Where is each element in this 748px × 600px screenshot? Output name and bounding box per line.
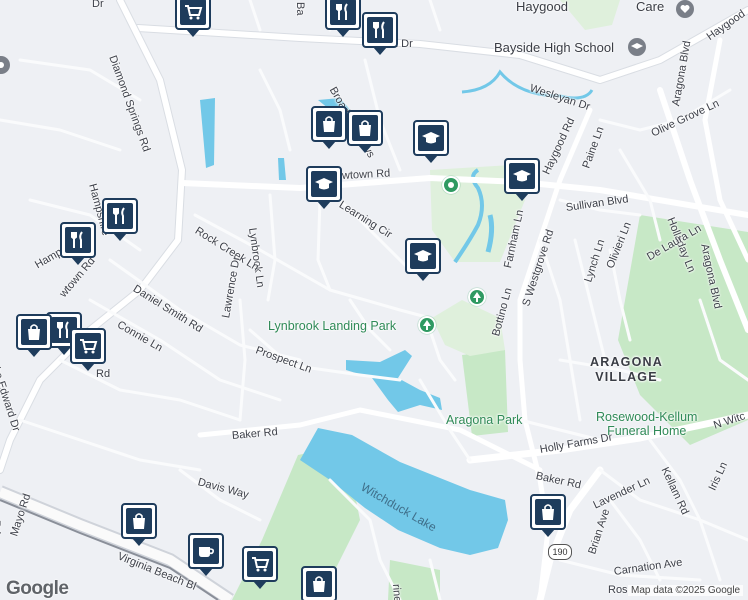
place-pin-green-dot[interactable] <box>442 176 460 194</box>
school-marker-4[interactable] <box>405 238 441 281</box>
park-area-topright <box>560 0 620 30</box>
school-marker-1[interactable] <box>413 120 449 163</box>
school-marker-3[interactable] <box>504 158 540 201</box>
shopping-marker-bottom-2[interactable] <box>301 566 337 600</box>
tree-icon <box>473 292 481 302</box>
shopping-cart-icon <box>252 557 270 572</box>
map-canvas[interactable]: Diamond Springs Rd Dr Ba n Dr Broad Mead… <box>0 0 748 600</box>
place-label-aragona-village: ARAGONA VILLAGE <box>590 355 663 384</box>
graduation-cap-icon <box>513 170 531 182</box>
restaurant-marker-left-2[interactable] <box>60 222 96 265</box>
restaurant-marker-left-1[interactable] <box>102 198 138 241</box>
stream-water-1 <box>200 98 215 168</box>
road-label-rd-bottom-left: Rd <box>0 520 2 535</box>
fork-knife-icon <box>336 3 348 20</box>
road-label-rine-st: rine St <box>390 583 405 600</box>
road-label-rd-left: Rd <box>96 368 111 380</box>
shopping-cart-icon <box>185 5 203 20</box>
fork-knife-icon <box>71 231 83 248</box>
graduation-cap-icon <box>414 250 432 262</box>
road-label-towne: wtown Rd <box>341 167 391 182</box>
route-190-shield: 190 <box>548 544 572 560</box>
tree-icon <box>423 320 431 330</box>
fork-knife-icon <box>113 207 125 224</box>
coffee-cup-icon <box>199 547 214 557</box>
shopping-marker-top-1[interactable] <box>311 106 347 149</box>
place-label-care: Care <box>636 0 665 14</box>
park-pin-green[interactable] <box>468 288 486 306</box>
shopping-bag-icon <box>313 576 325 592</box>
road-label-top-ba: Ba <box>294 2 306 16</box>
park-pin-lynbrook[interactable] <box>418 316 436 334</box>
dot-icon <box>448 182 454 188</box>
care-pin[interactable] <box>676 0 694 18</box>
shopping-cart-icon <box>80 339 98 354</box>
place-label-rosewood-kellum: Rosewood-Kellum Funeral Home <box>596 410 698 438</box>
shopping-marker-bottom-3[interactable] <box>530 494 566 537</box>
shopping-bag-icon <box>542 504 554 520</box>
graduation-cap-icon <box>422 132 440 144</box>
road-label-top-dr: Dr <box>92 0 104 10</box>
place-label-aragona-park: Aragona Park <box>446 413 523 427</box>
school-marker-2[interactable] <box>306 166 342 209</box>
grocery-marker-top[interactable] <box>175 0 211 37</box>
grocery-marker-left[interactable] <box>70 328 106 371</box>
shopping-bag-icon <box>28 324 40 340</box>
restaurant-marker-top-1[interactable] <box>325 0 361 37</box>
shopping-marker-left[interactable] <box>16 314 52 357</box>
shopping-bag-icon <box>359 120 371 136</box>
school-pin-bayside[interactable] <box>628 38 646 56</box>
road-label-ros: Ros <box>608 584 628 596</box>
graduation-cap-icon <box>631 43 643 49</box>
map-data-attribution[interactable]: Map data ©2025 Google <box>628 585 744 596</box>
creek-water <box>461 69 594 100</box>
restaurant-marker-top-2[interactable] <box>362 12 398 55</box>
shopping-marker-top-2[interactable] <box>347 110 383 153</box>
heart-icon <box>680 5 690 13</box>
grocery-marker-bottom[interactable] <box>242 546 278 589</box>
place-label-lynbrook-landing-park: Lynbrook Landing Park <box>268 319 397 333</box>
shopping-bag-icon <box>323 116 335 132</box>
cafe-marker-bottom[interactable] <box>188 533 224 576</box>
fork-knife-icon <box>373 21 385 38</box>
map-base-layer <box>0 0 748 600</box>
shopping-marker-bottom-1[interactable] <box>121 503 157 546</box>
google-logo: Google <box>6 578 69 599</box>
place-label-haygood-top: Haygood <box>516 0 569 14</box>
pond-water <box>346 350 442 412</box>
graduation-cap-icon <box>315 178 333 190</box>
shopping-bag-icon <box>133 513 145 529</box>
dot-icon <box>0 62 4 68</box>
stream-water-2 <box>278 158 286 180</box>
place-label-bayside-high-school: Bayside High School <box>494 40 614 55</box>
